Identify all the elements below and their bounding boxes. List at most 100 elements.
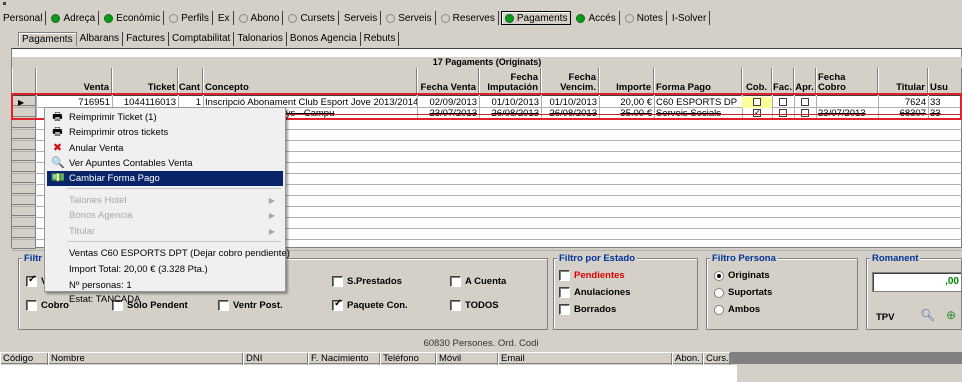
checkbox-a-cuenta-box[interactable]: [450, 276, 461, 287]
romanent-value-field[interactable]: ,00: [872, 272, 962, 292]
menu-item-reimprimir-ticket-1[interactable]: 🖶 Reimprimir Ticket (1): [47, 110, 283, 125]
checkbox-paquete-con-box[interactable]: [332, 298, 343, 311]
menu-item-estat-tancada[interactable]: Estat: TANCADA: [47, 292, 283, 307]
checkbox-todos-box[interactable]: [450, 300, 461, 311]
tab-label: Econòmic: [116, 12, 161, 24]
row-indicator[interactable]: [12, 140, 36, 150]
people-header-f-nacimiento[interactable]: F. Nacimiento: [308, 353, 380, 365]
radio-ambos[interactable]: Ambos: [714, 304, 760, 315]
subtab-bonos-agencia[interactable]: Bonos Agencia: [287, 32, 361, 46]
subtab-talonarios[interactable]: Talonarios: [234, 32, 287, 46]
radio-originats[interactable]: Originats: [714, 270, 770, 281]
tab-acc-s[interactable]: Accés: [573, 11, 620, 25]
row-indicator[interactable]: [12, 162, 36, 172]
checkbox-anulaciones-box[interactable]: [559, 287, 570, 298]
radio-suportats-dot[interactable]: [714, 287, 724, 298]
submenu-arrow-icon: ▶: [268, 196, 275, 205]
subtab-pagaments[interactable]: Pagaments: [18, 32, 77, 46]
header-importe[interactable]: Importe: [599, 68, 654, 96]
menu-item-n-personas-1[interactable]: Nº personas: 1: [47, 278, 283, 293]
subtab-comptabilitat[interactable]: Comptabilitat: [169, 32, 235, 46]
checkbox-v-box[interactable]: [26, 274, 37, 287]
people-header-tel-fono[interactable]: Teléfono: [380, 353, 436, 365]
submenu-arrow-icon: ▶: [268, 211, 275, 220]
checkbox-anulaciones[interactable]: Anulaciones: [559, 287, 631, 298]
header-concepto[interactable]: Concepto: [203, 68, 417, 96]
row-indicator[interactable]: [12, 217, 36, 227]
tab-serveis[interactable]: Serveis: [341, 11, 382, 25]
header-fecha-imputacion[interactable]: Fecha Imputación: [479, 68, 541, 96]
tab-notes[interactable]: Notes: [622, 11, 667, 25]
people-header-m-vil[interactable]: Móvil: [436, 353, 498, 365]
checkbox-s-prestados-box[interactable]: [332, 276, 343, 287]
people-header-c-digo[interactable]: Código: [0, 353, 48, 365]
people-header-nombre[interactable]: Nombre: [48, 353, 243, 365]
header-ticket[interactable]: Ticket: [112, 68, 178, 96]
radio-ambos-dot[interactable]: [714, 304, 724, 315]
tab-i-solver[interactable]: I-Solver: [669, 11, 711, 25]
context-menu: 🖶 Reimprimir Ticket (1) 🖶 Reimprimir otros …: [44, 107, 290, 305]
row-indicator[interactable]: [12, 173, 36, 183]
menu-item-ventas-c60-esports-dpt-dejar-cobro-pendiente[interactable]: Ventas C60 ESPORTS DPT (Dejar cobro pend…: [47, 246, 290, 261]
row-indicator[interactable]: [12, 195, 36, 205]
header-venta[interactable]: Venta: [36, 68, 112, 96]
row-indicator[interactable]: [12, 228, 36, 238]
people-header-dni[interactable]: DNI: [243, 353, 308, 365]
status-dot-icon: [238, 13, 248, 23]
checkbox-cobro-box[interactable]: [26, 300, 37, 311]
menu-item-ver-apuntes-contables-venta[interactable]: 🔍 Ver Apuntes Contables Venta: [47, 156, 283, 171]
add-icon[interactable]: ⊕: [946, 308, 960, 322]
row-indicator[interactable]: [12, 151, 36, 161]
subtab-rebuts[interactable]: Rebuts: [361, 32, 400, 46]
tab-serveis[interactable]: Serveis: [383, 11, 436, 25]
header-fac[interactable]: Fac.: [772, 68, 794, 96]
checkbox-todos[interactable]: TODOS: [450, 300, 499, 311]
menu-item-anular-venta[interactable]: ✖ Anular Venta: [47, 141, 283, 156]
radio-suportats[interactable]: Suportats: [714, 287, 772, 298]
menu-item-label: Bonos Agencia: [69, 210, 133, 221]
header-forma-pago[interactable]: Forma Pago: [654, 68, 742, 96]
menu-item-reimprimir-otros-tickets[interactable]: 🖶 Reimprimir otros tickets: [47, 125, 283, 140]
radio-originats-dot[interactable]: [714, 270, 724, 281]
checkbox-paquete-con[interactable]: Paquete Con.: [332, 298, 408, 311]
checkbox-pendientes-box[interactable]: [559, 270, 570, 281]
header-usu[interactable]: Usu: [928, 68, 962, 96]
people-header-curs[interactable]: Curs.: [703, 353, 730, 365]
checkbox-pendientes[interactable]: Pendientes: [559, 270, 625, 281]
tab-perfils[interactable]: Perfils: [166, 11, 213, 25]
subtab-factures[interactable]: Factures: [123, 32, 169, 46]
tab-cursets[interactable]: Cursets: [285, 11, 339, 25]
tab-econ-mic[interactable]: Econòmic: [101, 11, 165, 25]
search-icon[interactable]: 🔍︎: [920, 308, 935, 322]
people-header-email[interactable]: Email: [498, 353, 672, 365]
header-fecha-venta[interactable]: Fecha Venta: [417, 68, 479, 96]
row-indicator[interactable]: [12, 239, 36, 249]
tab-reserves[interactable]: Reserves: [438, 11, 499, 25]
header-titular[interactable]: Titular: [878, 68, 928, 96]
checkbox-a-cuenta[interactable]: A Cuenta: [450, 276, 506, 287]
status-dot-icon: [504, 13, 514, 23]
tab-label: Pagaments: [516, 12, 568, 24]
tab-personal[interactable]: Personal: [0, 11, 47, 25]
header-fecha-vencim[interactable]: Fecha Vencim.: [541, 68, 599, 96]
row-indicator[interactable]: [12, 184, 36, 194]
status-dot-icon: [288, 13, 298, 23]
checkbox-s-prestados[interactable]: S.Prestados: [332, 276, 402, 287]
header-cob[interactable]: Cob.: [742, 68, 772, 96]
radio-originats-label: Originats: [728, 270, 770, 281]
tab-pagaments[interactable]: Pagaments: [500, 11, 572, 25]
tab-adre-a[interactable]: Adreça: [48, 11, 100, 25]
menu-item-cambiar-forma-pago[interactable]: 💵 Cambiar Forma Pago: [47, 171, 283, 186]
tab-abono[interactable]: Abono: [236, 11, 284, 25]
checkbox-borrados[interactable]: Borrados: [559, 304, 616, 315]
subtab-albarans[interactable]: Albarans: [77, 32, 124, 46]
people-header-abon[interactable]: Abon.: [672, 353, 703, 365]
checkbox-borrados-box[interactable]: [559, 304, 570, 315]
header-apr[interactable]: Apr.: [794, 68, 816, 96]
header-fecha-cobro[interactable]: Fecha Cobro: [816, 68, 878, 96]
tab-ex[interactable]: Ex: [215, 11, 234, 25]
menu-item-import-total-20-00-3-328-pta[interactable]: Import Total: 20,00 € (3.328 Pta.): [47, 262, 283, 277]
row-indicator[interactable]: [12, 129, 36, 139]
header-cant[interactable]: Cant: [178, 68, 203, 96]
row-indicator[interactable]: [12, 206, 36, 216]
